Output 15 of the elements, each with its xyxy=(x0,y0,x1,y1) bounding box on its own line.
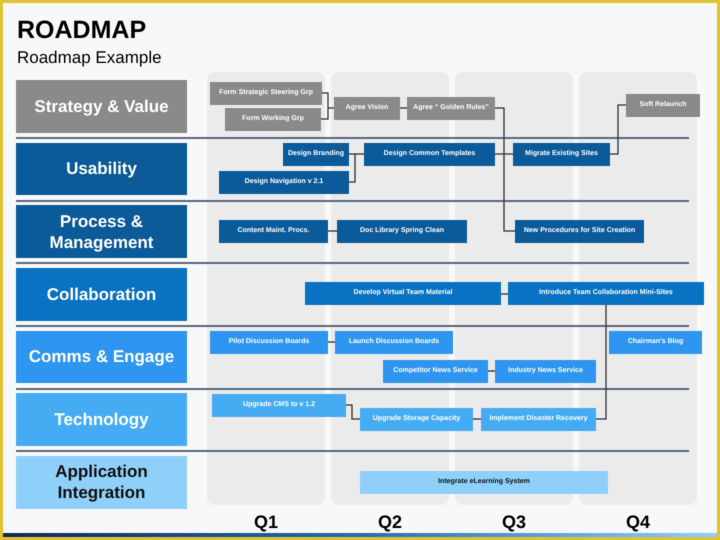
lane-label: Strategy & Value xyxy=(16,80,187,133)
lane-label: Process & Management xyxy=(16,205,187,258)
connector-line xyxy=(346,404,360,420)
slide-title: ROADMAP xyxy=(17,15,146,45)
lane-label: Technology xyxy=(16,393,187,446)
lane-label: Comms & Engage xyxy=(16,330,187,384)
lane-label: Collaboration xyxy=(16,268,187,321)
slide-subtitle: Roadmap Example xyxy=(17,47,162,69)
connector-line xyxy=(610,104,626,155)
lane-label: Application Integration xyxy=(16,456,187,509)
lane-label: Usability xyxy=(16,142,187,196)
quarter-label: Q2 xyxy=(378,511,402,534)
quarter-label: Q4 xyxy=(626,511,650,534)
quarter-label: Q1 xyxy=(254,511,278,534)
quarter-label: Q3 xyxy=(502,511,526,534)
